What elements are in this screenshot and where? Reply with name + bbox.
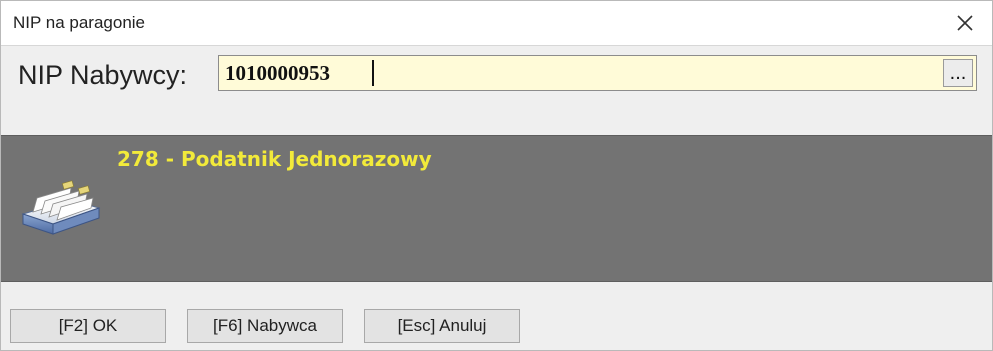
lookup-button[interactable]: ...	[943, 59, 973, 87]
text-caret	[372, 60, 374, 86]
nip-field[interactable]: ...	[218, 55, 977, 91]
footer: [F2] OK [F6] Nabywca [Esc] Anuluj	[1, 282, 992, 350]
title-bar: NIP na paragonie	[1, 1, 992, 46]
card-file-icon	[21, 180, 101, 235]
nip-row: NIP Nabywcy: ...	[1, 46, 992, 134]
nip-input[interactable]	[225, 60, 925, 86]
window-title: NIP na paragonie	[13, 13, 146, 32]
close-icon	[957, 15, 973, 31]
nip-dialog: NIP na paragonie NIP Nabywcy: ...	[0, 0, 993, 351]
ok-button[interactable]: [F2] OK	[10, 309, 166, 343]
result-panel: 278 - Podatnik Jednorazowy	[1, 135, 992, 282]
close-button[interactable]	[948, 7, 982, 39]
cancel-button[interactable]: [Esc] Anuluj	[364, 309, 520, 343]
nip-label: NIP Nabywcy:	[18, 60, 188, 90]
buyer-button[interactable]: [F6] Nabywca	[187, 309, 343, 343]
result-name[interactable]: 278 - Podatnik Jednorazowy	[117, 147, 432, 171]
